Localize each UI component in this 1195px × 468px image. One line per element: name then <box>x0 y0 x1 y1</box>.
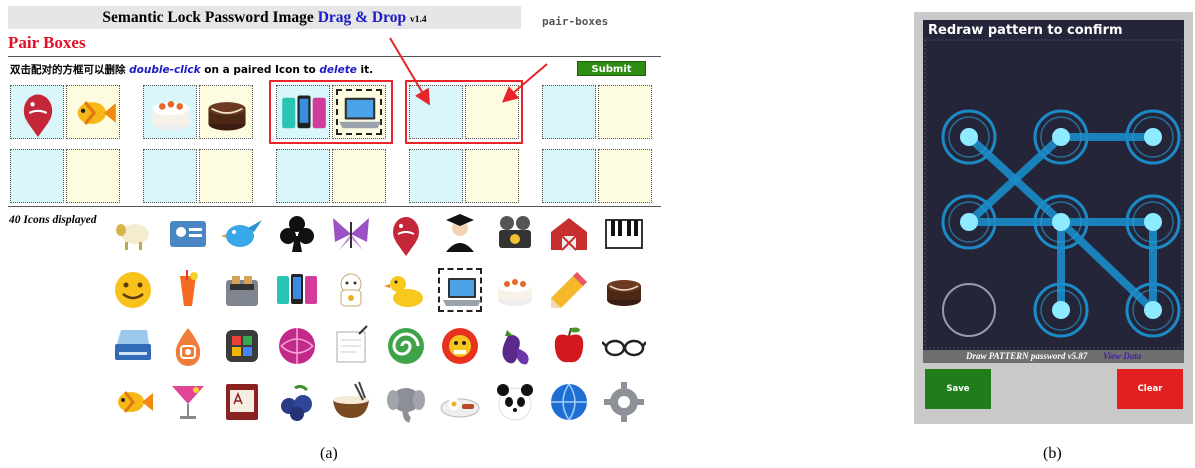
dictionary-icon[interactable] <box>220 380 264 424</box>
icons-count-label: 40 Icons displayed <box>9 214 97 226</box>
instruction-cn: 双击配对的方框可以删除 <box>10 64 126 76</box>
scanner-icon[interactable] <box>111 324 155 368</box>
butterfly-icon[interactable] <box>329 212 373 256</box>
elephant-icon[interactable] <box>384 380 428 424</box>
pattern-dot-3 <box>1144 128 1162 146</box>
pattern-screen[interactable]: Redraw pattern to confirm <box>923 20 1184 363</box>
sheep-icon[interactable] <box>111 212 155 256</box>
divider-bottom <box>8 206 661 207</box>
instruction-middle: on a paired Icon to <box>204 64 316 76</box>
barn-icon[interactable] <box>547 212 591 256</box>
divider-top <box>8 56 661 57</box>
instruction-delete: delete <box>319 64 357 76</box>
caption-a: (a) <box>320 445 338 462</box>
status-text: Draw PATTERN password v5.87 <box>966 351 1088 361</box>
pair-box-2-4-left[interactable] <box>409 149 463 203</box>
projector-icon[interactable] <box>493 212 537 256</box>
globe-icon[interactable] <box>547 380 591 424</box>
pair-box-1-1-right[interactable] <box>66 85 120 139</box>
pair-box-1-5-left[interactable] <box>542 85 596 139</box>
notepad-icon[interactable] <box>329 324 373 368</box>
tropical-fish-icon[interactable] <box>70 89 118 137</box>
submit-pairs-button[interactable]: Submit Pairs <box>577 61 646 90</box>
pair-boxes-heading: Pair Boxes <box>8 33 86 52</box>
pattern-ring-7 <box>942 283 996 337</box>
status-strip: Draw PATTERN password v5.87 View Data <box>923 350 1184 363</box>
pair-box-2-5-right[interactable] <box>598 149 652 203</box>
spiral-icon[interactable] <box>384 324 428 368</box>
smiley-icon[interactable] <box>111 268 155 312</box>
glasses-icon[interactable] <box>600 324 647 368</box>
panda-icon[interactable] <box>493 380 537 424</box>
pair-box-1-2-right[interactable] <box>199 85 253 139</box>
koi-fish-icon[interactable] <box>14 89 62 137</box>
pair-box-1-1-left[interactable] <box>10 85 64 139</box>
lion-mask-icon[interactable] <box>438 324 482 368</box>
cocktail-icon[interactable] <box>166 268 210 312</box>
chocolate-cake-icon[interactable] <box>203 89 251 137</box>
pattern-dot-1 <box>960 128 978 146</box>
pattern-dot-8 <box>1052 301 1070 319</box>
drop-icon[interactable] <box>166 324 210 368</box>
pair-box-2-3-left[interactable] <box>276 149 330 203</box>
instructions: 双击配对的方框可以删除 double-click on a paired Ico… <box>10 62 373 77</box>
instruction-double-click: double-click <box>129 64 201 76</box>
chocolate-cake-icon[interactable] <box>602 268 646 312</box>
gear-icon[interactable] <box>602 380 646 424</box>
phone-frame: Redraw pattern to confirm Draw PATTERN p… <box>914 12 1193 434</box>
pair-box-1-2-left[interactable] <box>143 85 197 139</box>
id-card-icon[interactable] <box>166 212 210 256</box>
pair-box-2-2-left[interactable] <box>143 149 197 203</box>
cake-icon[interactable] <box>147 89 195 137</box>
blueberries-icon[interactable] <box>275 380 319 424</box>
title-main: Semantic Lock Password Image <box>102 9 314 26</box>
pattern-dot-4 <box>960 213 978 231</box>
pattern-grid[interactable] <box>923 20 1184 350</box>
toaster-icon[interactable] <box>220 268 264 312</box>
pattern-dot-6 <box>1144 213 1162 231</box>
martini-icon[interactable] <box>166 380 210 424</box>
highlight-filled-pair <box>269 80 393 144</box>
highlight-empty-pair <box>405 80 523 144</box>
pair-box-1-5-right[interactable] <box>598 85 652 139</box>
lucky-cat-icon[interactable] <box>329 268 373 312</box>
save-pattern-button[interactable]: Save PATTERN <box>925 369 991 434</box>
eggplant-icon[interactable] <box>493 324 537 368</box>
pattern-dot-2 <box>1052 128 1070 146</box>
panel-a: Semantic Lock Password Image Drag & Drop… <box>0 0 662 432</box>
page-title: Semantic Lock Password Image Drag & Drop… <box>8 6 521 29</box>
laptop-icon[interactable] <box>438 268 482 312</box>
pair-box-2-3-right[interactable] <box>332 149 386 203</box>
duck-icon[interactable] <box>383 268 428 312</box>
pair-box-2-4-right[interactable] <box>465 149 519 203</box>
title-accent: Drag & Drop <box>317 9 407 26</box>
pair-box-2-1-left[interactable] <box>10 149 64 203</box>
apple-icon[interactable] <box>547 324 591 368</box>
view-data-link[interactable]: View Data <box>1103 350 1141 363</box>
pair-box-2-5-left[interactable] <box>542 149 596 203</box>
clear-pattern-button[interactable]: Clear PATTERN <box>1117 369 1183 434</box>
tropical-fish-icon[interactable] <box>111 380 155 424</box>
bird-icon[interactable] <box>220 212 264 256</box>
pattern-dot-5 <box>1052 213 1070 231</box>
instruction-end: it. <box>360 64 374 76</box>
annotation-label: pair-boxes <box>542 15 609 28</box>
bowl-icon[interactable] <box>329 380 373 424</box>
glass-ball-icon[interactable] <box>275 324 319 368</box>
title-version: v1.4 <box>409 15 427 25</box>
piano-icon[interactable] <box>602 212 646 256</box>
cube-icon[interactable] <box>220 324 264 368</box>
pair-box-2-2-right[interactable] <box>199 149 253 203</box>
pattern-dot-9 <box>1144 301 1162 319</box>
caption-b: (b) <box>1043 445 1062 462</box>
breakfast-icon[interactable] <box>438 380 482 424</box>
pattern-line-2 <box>1057 218 1157 314</box>
pencil-icon[interactable] <box>547 268 591 312</box>
pair-box-2-1-right[interactable] <box>66 149 120 203</box>
koi-fish-icon[interactable] <box>384 212 428 256</box>
graduate-icon[interactable] <box>438 212 482 256</box>
club-icon[interactable] <box>275 212 319 256</box>
cake-icon[interactable] <box>493 268 537 312</box>
smartphones-icon[interactable] <box>275 268 319 312</box>
